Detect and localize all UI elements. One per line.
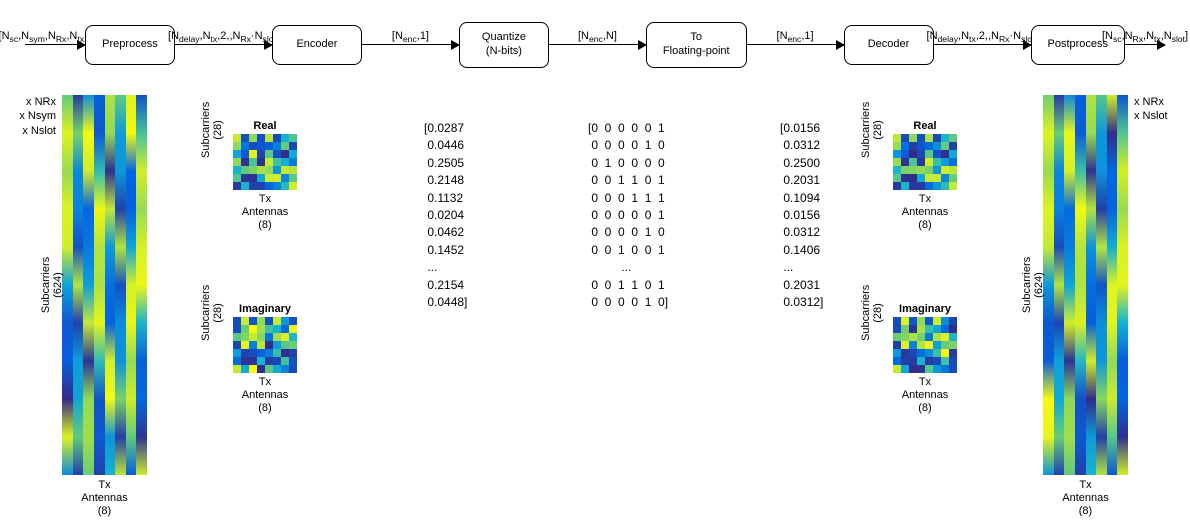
- sm-real-right-title: Real: [880, 120, 970, 132]
- dim-label-2: [Nenc,1]: [392, 30, 429, 44]
- sm-imag-right: Imaginary Subcarriers (28) Tx Antennas (…: [880, 303, 970, 416]
- dequantized-vector: [0.0156 0.0312 0.2500 0.2031 0.1094 0.01…: [780, 120, 823, 311]
- dim-label-3: [Nenc,N]: [578, 30, 617, 44]
- heatmap-output-ylabel: Subcarriers (624): [1021, 257, 1045, 313]
- node-tofloat: To Floating-point: [646, 22, 747, 68]
- sm-real-left: Real Subcarriers (28) Tx Antennas (8): [220, 120, 310, 233]
- heatmap-input-ylabel: Subcarriers (624): [40, 257, 64, 313]
- sm-real-right-img: [893, 134, 957, 190]
- sm-imag-right-img: [893, 317, 957, 373]
- sm-imag-left-ylab: Subcarriers (28): [200, 285, 224, 341]
- sm-real-left-ylab: Subcarriers (28): [200, 102, 224, 158]
- mult-right: x NRx x Nslot: [1128, 95, 1168, 124]
- quantized-bits: [0 0 0 0 0 1 0 0 0 0 1 0 0 1 0 0 0 0 0 0…: [588, 120, 668, 311]
- dim-label-6: [Nsc,NRx,Ntx,Nslot]: [1102, 30, 1188, 44]
- heatmap-input-img: [62, 95, 147, 475]
- arrow-out: [Nsc,NRx,Ntx,Nslot]: [1125, 44, 1165, 45]
- dim-label-5: [Ndelay,Ntx,2,,NRx·Nslot]: [927, 30, 1038, 44]
- heatmap-input: x NRx x Nsym x Nslot Subcarriers (624) T…: [62, 95, 147, 475]
- node-decoder: Decoder: [844, 25, 934, 65]
- sm-real-right-xlab: Tx Antennas (8): [880, 193, 970, 233]
- heatmap-output-img: [1043, 95, 1128, 475]
- node-quantize: Quantize (N-bits): [459, 22, 549, 68]
- mult-left-2: x Nslot: [19, 124, 56, 138]
- heatmap-output-xlabel: Tx Antennas (8): [1043, 475, 1128, 519]
- mult-right-0: x NRx: [1134, 95, 1168, 109]
- mult-left-1: x Nsym: [19, 109, 56, 123]
- sm-real-right: Real Subcarriers (28) Tx Antennas (8): [880, 120, 970, 233]
- pipeline-row: [Nsc,Nsym,NRx,Ntx,Nslot] Preprocess [Nde…: [25, 22, 1165, 68]
- mult-right-1: x Nslot: [1134, 109, 1168, 123]
- sm-imag-left-img: [233, 317, 297, 373]
- encoder-output-vector: [0.0287 0.0446 0.2505 0.2148 0.1132 0.02…: [424, 120, 467, 311]
- arrow-5: [Ndelay,Ntx,2,,NRx·Nslot]: [934, 44, 1031, 45]
- arrow-1: [Ndelay,Ntx,2,,NRx·Nslot]: [175, 44, 272, 45]
- sm-imag-right-ylab: Subcarriers (28): [860, 285, 884, 341]
- sm-real-left-xlab: Tx Antennas (8): [220, 193, 310, 233]
- arrow-3: [Nenc,N]: [549, 44, 646, 45]
- sm-imag-left-xlab: Tx Antennas (8): [220, 376, 310, 416]
- diagram-stage: [Nsc,Nsym,NRx,Ntx,Nslot] Preprocess [Nde…: [0, 0, 1190, 528]
- small-heatmaps-left: Real Subcarriers (28) Tx Antennas (8) Im…: [220, 120, 310, 485]
- sm-imag-left: Imaginary Subcarriers (28) Tx Antennas (…: [220, 303, 310, 416]
- sm-imag-right-title: Imaginary: [880, 303, 970, 315]
- mult-left-0: x NRx: [19, 95, 56, 109]
- sm-real-right-ylab: Subcarriers (28): [860, 102, 884, 158]
- arrow-2: [Nenc,1]: [362, 44, 459, 45]
- arrow-in: [Nsc,Nsym,NRx,Ntx,Nslot]: [25, 44, 85, 45]
- sm-real-left-img: [233, 134, 297, 190]
- dim-label-1: [Ndelay,Ntx,2,,NRx·Nslot]: [168, 30, 279, 44]
- sm-imag-left-title: Imaginary: [220, 303, 310, 315]
- node-preprocess: Preprocess: [85, 25, 175, 65]
- mult-left: x NRx x Nsym x Nslot: [19, 95, 62, 138]
- sm-real-left-title: Real: [220, 120, 310, 132]
- arrow-4: [Nenc,1]: [747, 44, 844, 45]
- dim-label-4: [Nenc,1]: [777, 30, 814, 44]
- sm-imag-right-xlab: Tx Antennas (8): [880, 376, 970, 416]
- small-heatmaps-right: Real Subcarriers (28) Tx Antennas (8) Im…: [880, 120, 970, 485]
- heatmap-output: x NRx x Nslot Subcarriers (624) Tx Anten…: [1043, 95, 1128, 475]
- heatmap-input-xlabel: Tx Antennas (8): [62, 475, 147, 519]
- node-encoder: Encoder: [272, 25, 362, 65]
